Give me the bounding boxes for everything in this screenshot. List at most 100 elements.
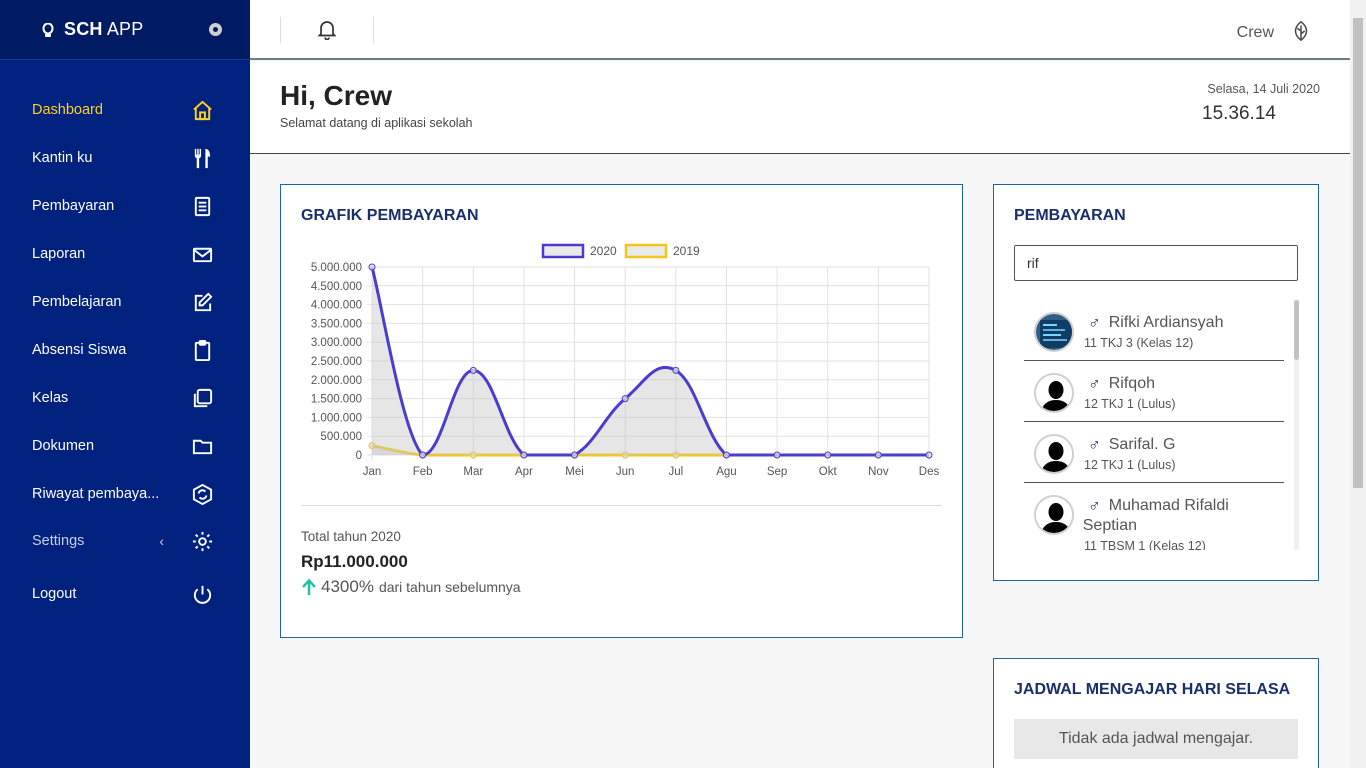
x-tick-label: Jan xyxy=(363,466,382,478)
total-label: Total tahun 2020 xyxy=(301,529,401,544)
sidebar-item-logout[interactable]: Logout xyxy=(0,570,250,618)
avatar xyxy=(1034,495,1074,535)
arrow-up-icon xyxy=(302,578,316,595)
y-tick-label: 3.500.000 xyxy=(311,318,362,330)
list-item[interactable]: ♂ Muhamad Rifaldi Septian 11 TBSM 1 (Kela… xyxy=(1024,483,1284,550)
schedule-empty-message: Tidak ada jadwal mengajar. xyxy=(1014,719,1298,759)
folder-icon xyxy=(190,434,214,458)
app-title: SCH APP xyxy=(64,19,144,39)
sidebar-item-kelas[interactable]: Kelas xyxy=(0,374,250,422)
sidebar-item-riwayat[interactable]: Riwayat pembaya... xyxy=(0,470,250,518)
sidebar-item-settings[interactable]: Settings ‹ xyxy=(0,518,250,564)
bell-icon xyxy=(318,21,336,40)
sidebar-item-pembayaran[interactable]: Pembayaran xyxy=(0,182,250,230)
logo-icon xyxy=(42,22,54,37)
home-icon xyxy=(190,98,214,122)
x-tick-label: Mei xyxy=(565,466,584,478)
sidebar-item-label: Dokumen xyxy=(32,438,95,454)
sidebar-item-kantin[interactable]: Kantin ku xyxy=(0,134,250,182)
x-tick-label: Mar xyxy=(463,466,483,478)
student-class: 12 TKJ 1 (Lulus) xyxy=(1084,397,1176,411)
brand-bar: SCH APP xyxy=(0,0,250,60)
legend-label: 2020 xyxy=(590,244,617,258)
growth-text: dari tahun sebelumnya xyxy=(378,579,521,595)
y-tick-label: 4.000.000 xyxy=(311,300,362,312)
current-date: Selasa, 14 Juli 2020 xyxy=(1207,82,1320,96)
sidebar-item-label: Absensi Siswa xyxy=(32,342,127,358)
student-class: 12 TKJ 1 (Lulus) xyxy=(1084,458,1176,472)
male-icon: ♂ xyxy=(1088,374,1101,393)
student-class: 11 TKJ 3 (Kelas 12) xyxy=(1084,336,1194,350)
sidebar-nav: Dashboard Kantin ku Pembayaran Laporan P… xyxy=(0,86,250,618)
legend-swatch xyxy=(624,243,668,259)
list-item[interactable]: ♂ Rifki Ardiansyah 11 TKJ 3 (Kelas 12) xyxy=(1024,300,1284,361)
sidebar-item-absensi[interactable]: Absensi Siswa xyxy=(0,326,250,374)
growth-percent: 4300% xyxy=(321,577,374,596)
sidebar-item-label: Laporan xyxy=(32,246,86,262)
x-tick-label: Okt xyxy=(819,466,838,478)
list-scrollbar[interactable] xyxy=(1294,300,1299,550)
data-point xyxy=(621,395,629,403)
schedule-card-title: JADWAL MENGAJAR HARI SELASA xyxy=(1014,681,1291,698)
y-tick-label: 5.000.000 xyxy=(311,262,362,274)
envelope-icon xyxy=(190,242,214,266)
sync-icon xyxy=(190,482,214,506)
chevron-left-icon: ‹ xyxy=(159,533,164,549)
sidebar-item-label: Logout xyxy=(32,586,77,602)
x-tick-label: Jul xyxy=(668,466,683,478)
sidebar-item-label: Kelas xyxy=(32,390,69,406)
total-value: Rp11.000.000 xyxy=(301,552,408,571)
student-class: 11 TBSM 1 (Kelas 12) xyxy=(1084,539,1206,550)
page-subtitle: Selamat datang di aplikasi sekolah xyxy=(280,116,473,130)
data-point xyxy=(824,451,832,459)
y-tick-label: 1.000.000 xyxy=(311,412,362,424)
sidebar-item-dokumen[interactable]: Dokumen xyxy=(0,422,250,470)
sidebar-item-label: Dashboard xyxy=(32,102,103,118)
legend-swatch xyxy=(541,243,585,259)
student-name: ♂ Rifki Ardiansyah xyxy=(1088,313,1224,332)
sidebar-item-label: Kantin ku xyxy=(32,150,93,166)
topbar: Crew xyxy=(250,0,1350,60)
list-item[interactable]: ♂ Sarifal. G 12 TKJ 1 (Lulus) xyxy=(1024,422,1284,483)
avatar xyxy=(1034,373,1074,413)
growth-indicator: 4300% dari tahun sebelumnya xyxy=(301,577,521,597)
x-tick-label: Feb xyxy=(413,466,433,478)
leaf-icon[interactable] xyxy=(1290,20,1312,42)
y-tick-label: 500.000 xyxy=(320,431,362,443)
edit-icon xyxy=(190,290,214,314)
x-tick-label: Jun xyxy=(616,466,635,478)
data-point xyxy=(925,451,933,459)
student-results-list[interactable]: ♂ Rifki Ardiansyah 11 TKJ 3 (Kelas 12) ♂ R… xyxy=(1024,300,1296,550)
student-name: ♂ Muhamad Rifaldi Septian xyxy=(1082,496,1229,534)
schedule-card: JADWAL MENGAJAR HARI SELASA Tidak ada ja… xyxy=(993,658,1319,768)
data-point xyxy=(874,451,882,459)
current-time: 15.36.14 xyxy=(1202,103,1276,124)
notification-button[interactable] xyxy=(280,17,374,43)
payment-card-title: PEMBAYARAN xyxy=(1014,207,1126,224)
list-item[interactable]: ♂ Rifqoh 12 TKJ 1 (Lulus) xyxy=(1024,361,1284,422)
y-tick-label: 2.500.000 xyxy=(311,356,362,368)
user-name[interactable]: Crew xyxy=(1237,24,1274,42)
sidebar-toggle-button[interactable] xyxy=(209,23,222,36)
sidebar-item-label: Settings xyxy=(32,533,85,549)
payment-chart: 0 500.000 1.000.000 1.500.000 2.000.000 2.500… xyxy=(311,243,940,478)
student-name: ♂ Rifqoh xyxy=(1088,374,1155,393)
sidebar-item-laporan[interactable]: Laporan xyxy=(0,230,250,278)
x-tick-label: Apr xyxy=(515,466,533,478)
page-scrollbar[interactable] xyxy=(1350,0,1366,768)
scrollbar-thumb[interactable] xyxy=(1294,300,1299,360)
divider xyxy=(301,505,942,506)
legend-label: 2019 xyxy=(673,244,700,258)
utensils-icon xyxy=(190,146,214,170)
sidebar-item-dashboard[interactable]: Dashboard xyxy=(0,86,250,134)
gear-icon xyxy=(190,529,214,553)
y-tick-label: 4.500.000 xyxy=(311,281,362,293)
x-tick-label: Des xyxy=(919,466,940,478)
sidebar-item-pembelajaran[interactable]: Pembelajaran xyxy=(0,278,250,326)
student-search-input[interactable] xyxy=(1014,245,1298,281)
student-name: ♂ Sarifal. G xyxy=(1088,435,1176,454)
chart-card: GRAFIK PEMBAYARAN 0 500.000 1.000.000 1.500… xyxy=(280,184,963,638)
avatar xyxy=(1034,434,1074,474)
y-tick-label: 3.000.000 xyxy=(311,337,362,349)
page-scrollbar-thumb[interactable] xyxy=(1353,18,1363,488)
